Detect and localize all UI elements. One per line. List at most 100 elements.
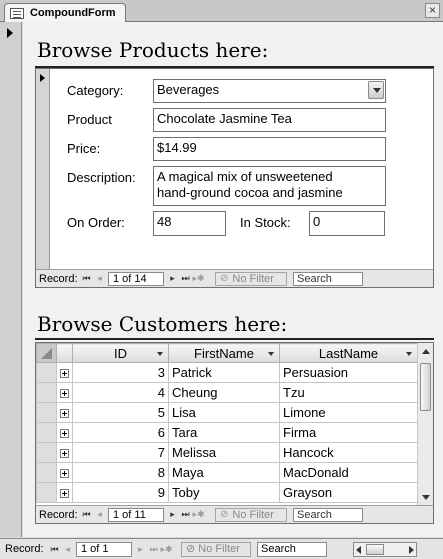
- table-row[interactable]: 5 Lisa Limone: [36, 402, 418, 423]
- lastname-cell[interactable]: Persuasion: [279, 362, 418, 383]
- firstname-cell[interactable]: Toby: [168, 482, 280, 503]
- record-position-input[interactable]: 1 of 11: [108, 507, 164, 522]
- expand-row-button[interactable]: [56, 482, 73, 503]
- next-record-icon[interactable]: ▸: [134, 544, 147, 555]
- description-field[interactable]: A magical mix of unsweetened hand-ground…: [153, 166, 386, 206]
- select-all-corner[interactable]: [36, 343, 57, 363]
- scroll-thumb[interactable]: [366, 543, 384, 555]
- outer-record-selector[interactable]: [0, 22, 22, 537]
- lastname-cell[interactable]: MacDonald: [279, 462, 418, 483]
- row-selector[interactable]: [36, 402, 57, 423]
- no-filter-button[interactable]: ⊘ No Filter: [181, 541, 251, 557]
- last-record-icon[interactable]: ⏭: [179, 509, 192, 520]
- firstname-cell[interactable]: Tara: [168, 422, 280, 443]
- customers-subform: ID FirstName LastName 3 Patrick Persuasi…: [35, 342, 434, 524]
- last-record-icon[interactable]: ⏭: [179, 273, 192, 284]
- search-input[interactable]: Search: [293, 271, 363, 286]
- record-label: Record:: [5, 543, 44, 555]
- price-field[interactable]: $14.99: [153, 137, 386, 161]
- new-record-icon[interactable]: ▸✱: [160, 544, 173, 555]
- row-selector[interactable]: [36, 462, 57, 483]
- firstname-cell[interactable]: Maya: [168, 462, 280, 483]
- first-record-icon[interactable]: ⏮: [48, 544, 61, 555]
- close-icon[interactable]: ×: [425, 3, 440, 18]
- search-input[interactable]: Search: [293, 507, 363, 522]
- row-selector[interactable]: [36, 422, 57, 443]
- in-stock-field[interactable]: 0: [309, 211, 385, 236]
- first-record-icon[interactable]: ⏮: [80, 273, 93, 284]
- last-record-icon[interactable]: ⏭: [147, 544, 160, 555]
- row-selector[interactable]: [36, 482, 57, 503]
- row-selector[interactable]: [36, 362, 57, 383]
- id-cell[interactable]: 5: [72, 402, 169, 423]
- scroll-left-icon[interactable]: [356, 545, 361, 554]
- expand-row-button[interactable]: [56, 442, 73, 463]
- new-record-icon[interactable]: ▸✱: [192, 509, 205, 520]
- table-row[interactable]: 6 Tara Firma: [36, 422, 418, 443]
- plus-icon: [60, 429, 69, 439]
- table-row[interactable]: 7 Melissa Hancock: [36, 442, 418, 463]
- chevron-down-icon[interactable]: [268, 352, 274, 356]
- chevron-down-icon[interactable]: [406, 352, 412, 356]
- previous-record-icon[interactable]: ◂: [93, 509, 106, 520]
- column-header-lastname[interactable]: LastName: [279, 343, 418, 363]
- no-filter-button[interactable]: ⊘ No Filter: [215, 271, 287, 286]
- chevron-down-icon[interactable]: [157, 352, 163, 356]
- lastname-cell[interactable]: Firma: [279, 422, 418, 443]
- form-horizontal-scrollbar[interactable]: [353, 541, 417, 557]
- select-all-icon: [41, 348, 52, 359]
- plus-icon: [60, 469, 69, 479]
- scroll-up-icon[interactable]: [422, 349, 430, 354]
- first-record-icon[interactable]: ⏮: [80, 509, 93, 520]
- row-selector[interactable]: [36, 382, 57, 403]
- search-input[interactable]: Search: [257, 541, 327, 557]
- lastname-cell[interactable]: Hancock: [279, 442, 418, 463]
- table-row[interactable]: 8 Maya MacDonald: [36, 462, 418, 483]
- previous-record-icon[interactable]: ◂: [61, 544, 74, 555]
- new-record-icon[interactable]: ▸✱: [192, 273, 205, 284]
- scroll-thumb[interactable]: [420, 363, 431, 411]
- previous-record-icon[interactable]: ◂: [93, 273, 106, 284]
- table-row[interactable]: 4 Cheung Tzu: [36, 382, 418, 403]
- column-header-id[interactable]: ID: [72, 343, 169, 363]
- products-record-selector[interactable]: [36, 69, 50, 269]
- firstname-cell[interactable]: Patrick: [168, 362, 280, 383]
- scroll-down-icon[interactable]: [422, 495, 430, 500]
- product-field[interactable]: Chocolate Jasmine Tea: [153, 108, 386, 132]
- next-record-icon[interactable]: ▸: [166, 509, 179, 520]
- table-row[interactable]: 3 Patrick Persuasion: [36, 362, 418, 383]
- record-label: Record:: [39, 508, 78, 521]
- expand-row-button[interactable]: [56, 402, 73, 423]
- id-cell[interactable]: 7: [72, 442, 169, 463]
- row-selector[interactable]: [36, 442, 57, 463]
- record-position-input[interactable]: 1 of 14: [108, 271, 164, 286]
- lastname-cell[interactable]: Grayson: [279, 482, 418, 503]
- id-cell[interactable]: 3: [72, 362, 169, 383]
- scroll-right-icon[interactable]: [409, 545, 414, 554]
- category-combo[interactable]: Beverages: [153, 79, 386, 103]
- expand-row-button[interactable]: [56, 422, 73, 443]
- expand-row-button[interactable]: [56, 462, 73, 483]
- id-cell[interactable]: 8: [72, 462, 169, 483]
- table-row[interactable]: 9 Toby Grayson: [36, 482, 418, 503]
- expand-row-button[interactable]: [56, 362, 73, 383]
- column-header-firstname[interactable]: FirstName: [168, 343, 280, 363]
- id-cell[interactable]: 6: [72, 422, 169, 443]
- lastname-cell[interactable]: Tzu: [279, 382, 418, 403]
- tab-compoundform[interactable]: CompoundForm: [4, 3, 126, 22]
- on-order-field[interactable]: 48: [153, 211, 226, 236]
- customers-record-nav: Record: ⏮ ◂ 1 of 11 ▸ ⏭ ▸✱ ⊘ No Filter S…: [36, 505, 433, 523]
- datasheet-vertical-scrollbar[interactable]: [417, 343, 433, 505]
- chevron-down-icon[interactable]: [368, 81, 384, 99]
- next-record-icon[interactable]: ▸: [166, 273, 179, 284]
- firstname-cell[interactable]: Melissa: [168, 442, 280, 463]
- record-position-input[interactable]: 1 of 1: [76, 541, 132, 557]
- id-cell[interactable]: 4: [72, 382, 169, 403]
- firstname-cell[interactable]: Lisa: [168, 402, 280, 423]
- no-filter-button[interactable]: ⊘ No Filter: [215, 507, 287, 522]
- id-cell[interactable]: 9: [72, 482, 169, 503]
- no-filter-label: No Filter: [198, 542, 240, 555]
- firstname-cell[interactable]: Cheung: [168, 382, 280, 403]
- lastname-cell[interactable]: Limone: [279, 402, 418, 423]
- expand-row-button[interactable]: [56, 382, 73, 403]
